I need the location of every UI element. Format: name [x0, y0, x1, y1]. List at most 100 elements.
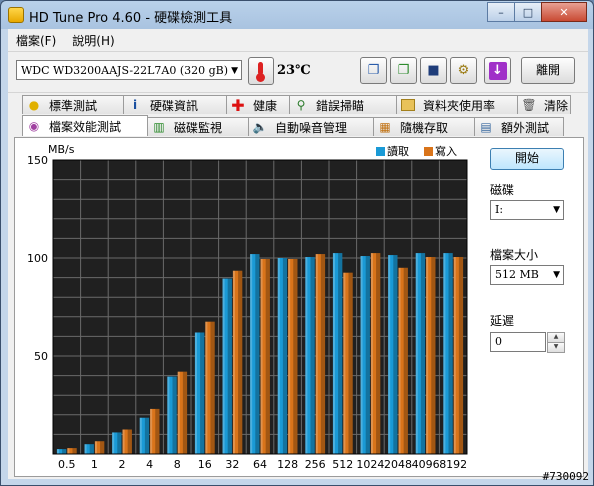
tab-erase[interactable]: 🗑 清除 — [517, 95, 571, 114]
bar-highlight — [139, 417, 142, 454]
tab-disk-monitor[interactable]: ▥ 磁碟監視 — [147, 117, 249, 136]
bar-shade — [62, 449, 67, 454]
bar-shade — [117, 432, 122, 454]
bar-write — [453, 257, 464, 454]
drive-select-value: WDC WD3200AAJS-22L7A0 (320 gB) — [21, 64, 229, 77]
chevron-down-icon: ▼ — [231, 66, 238, 76]
bar-shade — [293, 258, 298, 454]
x-tick-label: 256 — [305, 458, 326, 471]
bar-monitor-icon: ▥ — [153, 120, 165, 134]
bar-highlight — [443, 253, 446, 454]
start-button[interactable]: 開始 — [490, 148, 564, 170]
bar-highlight — [388, 255, 391, 454]
disk-label: 磁碟 — [490, 183, 515, 197]
bar-highlight — [222, 278, 225, 454]
bar-read — [167, 376, 177, 454]
tab-standard-test[interactable]: ● 標準測試 — [22, 95, 124, 114]
title-bar[interactable]: HD Tune Pro 4.60 - 硬碟檢測工具 – □ ✕ — [1, 1, 593, 29]
x-tick-label: 4 — [146, 458, 153, 471]
bar-shade — [265, 258, 270, 454]
chevron-down-icon: ▼ — [553, 270, 560, 280]
menu-help[interactable]: 說明(H) — [64, 32, 122, 49]
bar-read — [194, 332, 205, 454]
filesize-select-value: 512 MB — [495, 268, 539, 281]
bar-shade — [310, 257, 315, 454]
bar-read — [277, 258, 288, 454]
maximize-button[interactable]: □ — [514, 2, 542, 22]
x-tick-label: 2 — [119, 458, 126, 471]
bar-shade — [200, 332, 205, 454]
bar-read — [388, 255, 398, 454]
bar-shade — [448, 253, 453, 454]
y-tick-label: 100 — [27, 252, 48, 265]
window-title: HD Tune Pro 4.60 - 硬碟檢測工具 — [29, 11, 233, 26]
tab-folder-usage[interactable]: 資料夾使用率 — [396, 95, 518, 114]
bar-highlight — [177, 371, 180, 454]
bar-highlight — [305, 257, 308, 454]
tab-aam[interactable]: 🔈 自動噪音管理 — [248, 117, 374, 136]
toolbar: WDC WD3200AAJS-22L7A0 (320 gB) ▼ 23℃ ❐ ❐… — [8, 51, 588, 93]
x-tick-label: 512 — [332, 458, 353, 471]
bar-shade — [100, 441, 105, 454]
tab-disk-info[interactable]: i 硬碟資訊 — [123, 95, 227, 114]
x-tick-label: 32 — [225, 458, 239, 471]
copy-screenshot-button[interactable]: ❐ — [390, 57, 417, 84]
bar-read — [332, 253, 343, 454]
copy-icon: ❐ — [367, 63, 380, 78]
bar-highlight — [370, 253, 373, 454]
bar-write — [67, 448, 77, 454]
copy-info-button[interactable]: ❐ — [360, 57, 387, 84]
bar-read — [443, 253, 453, 454]
filesize-select[interactable]: 512 MB ▼ — [490, 265, 564, 285]
bar-shade — [238, 270, 243, 454]
bar-shade — [155, 408, 160, 454]
tab-health[interactable]: ✚ 健康 — [226, 95, 290, 115]
bar-shade — [365, 256, 370, 454]
options-button[interactable]: ⚙ — [450, 57, 477, 84]
bar-shade — [348, 272, 353, 454]
bar-highlight — [205, 321, 208, 454]
tab-random-access[interactable]: ▦ 隨機存取 — [373, 117, 475, 136]
bar-shade — [458, 257, 464, 454]
save-button[interactable]: ■ — [420, 57, 447, 84]
tab-error-scan[interactable]: ⚲ 錯誤掃瞄 — [289, 95, 397, 114]
bar-read — [139, 417, 150, 454]
disk-select[interactable]: I: ▼ — [490, 200, 564, 220]
x-tick-label: 8192 — [439, 458, 467, 471]
bar-shade — [431, 257, 436, 454]
bar-highlight — [360, 256, 363, 454]
drive-select[interactable]: WDC WD3200AAJS-22L7A0 (320 gB) ▼ — [16, 60, 242, 80]
bar-highlight — [94, 441, 97, 454]
app-window: HD Tune Pro 4.60 - 硬碟檢測工具 – □ ✕ 檔案(F) 說明… — [0, 0, 594, 486]
bar-highlight — [56, 449, 59, 454]
bar-write — [122, 429, 132, 454]
magnifier-icon: ⚲ — [296, 98, 306, 112]
spin-down-button[interactable]: ▼ — [547, 342, 565, 353]
delay-label: 延遲 — [490, 314, 515, 328]
bar-shade — [172, 376, 177, 454]
tab-extra-tests[interactable]: ▤ 額外測試 — [474, 117, 564, 136]
bar-highlight — [84, 444, 87, 454]
bar-write — [343, 272, 353, 454]
bar-write — [426, 257, 436, 454]
download-arrow-icon: ↓ — [488, 61, 507, 80]
bar-write — [288, 258, 298, 454]
bar-shade — [89, 444, 94, 454]
tab-file-benchmark[interactable]: ◉ 檔案效能測試 — [22, 115, 148, 136]
bar-write — [398, 267, 408, 454]
filesize-label: 檔案大小 — [490, 248, 539, 262]
bar-highlight — [315, 254, 318, 454]
floppy-icon: ■ — [427, 63, 440, 78]
exit-button[interactable]: 離開 — [521, 57, 575, 84]
close-button[interactable]: ✕ — [541, 2, 587, 22]
delay-input[interactable]: 0 — [490, 332, 546, 352]
bar-highlight — [332, 253, 335, 454]
bar-highlight — [232, 270, 235, 454]
temperature-button[interactable] — [248, 57, 274, 85]
menu-file[interactable]: 檔案(F) — [8, 32, 64, 49]
x-tick-label: 1024 — [356, 458, 384, 471]
bar-write — [150, 408, 160, 454]
x-tick-label: 128 — [277, 458, 298, 471]
minimize-button[interactable]: – — [487, 2, 515, 22]
download-button[interactable]: ↓ — [484, 57, 511, 84]
